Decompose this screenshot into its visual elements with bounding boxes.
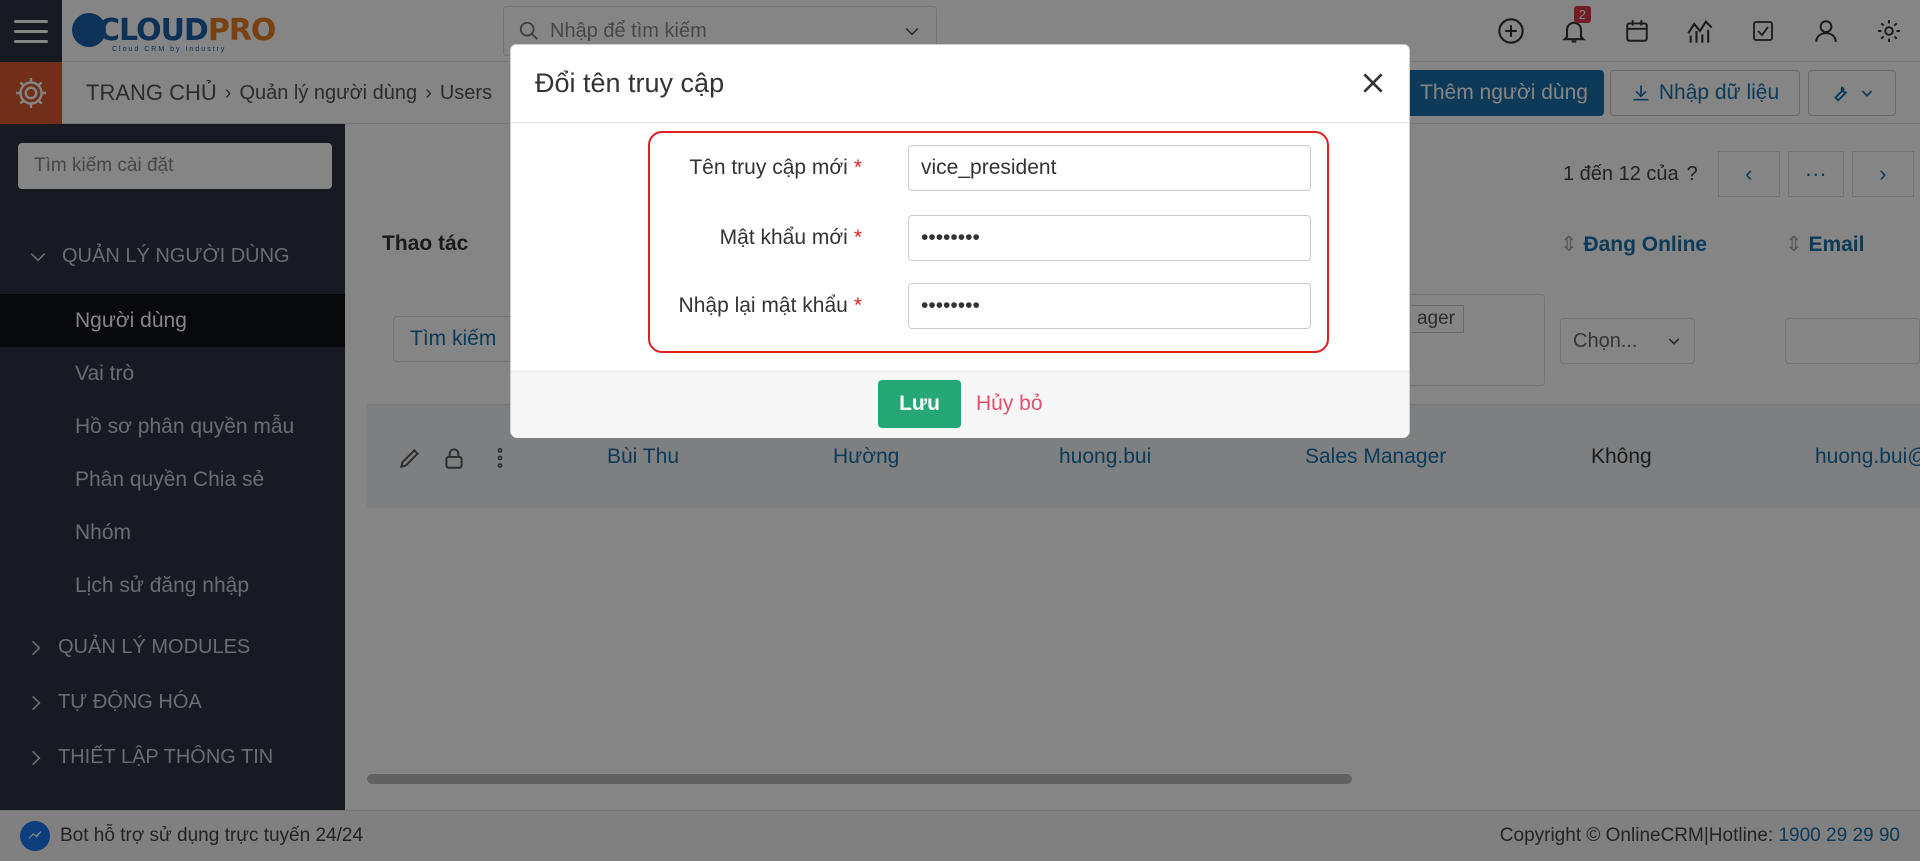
confirm-password-input[interactable]: [908, 283, 1311, 329]
field-row-confirm-password: Nhập lại mật khẩu *: [511, 283, 1409, 329]
field-row-new-password: Mật khẩu mới *: [511, 215, 1409, 261]
field-row-new-username: Tên truy cập mới *: [511, 145, 1409, 191]
cancel-button[interactable]: Hủy bỏ: [976, 380, 1043, 428]
dialog-title: Đổi tên truy cập: [535, 68, 725, 98]
close-icon[interactable]: [1355, 65, 1391, 101]
rename-username-dialog: Đổi tên truy cập Tên truy cập mới* Mật k…: [510, 44, 1410, 438]
confirm-password-label: Nhập lại mật khẩu *: [678, 294, 862, 317]
save-button[interactable]: Lưu: [878, 380, 961, 428]
new-username-label: Tên truy cập mới *: [689, 156, 862, 179]
new-password-label: Mật khẩu mới *: [719, 226, 862, 249]
new-username-input[interactable]: [908, 145, 1311, 191]
new-password-input[interactable]: [908, 215, 1311, 261]
dialog-footer: Lưu Hủy bỏ: [511, 371, 1409, 438]
dialog-header: Đổi tên truy cập: [511, 45, 1409, 123]
